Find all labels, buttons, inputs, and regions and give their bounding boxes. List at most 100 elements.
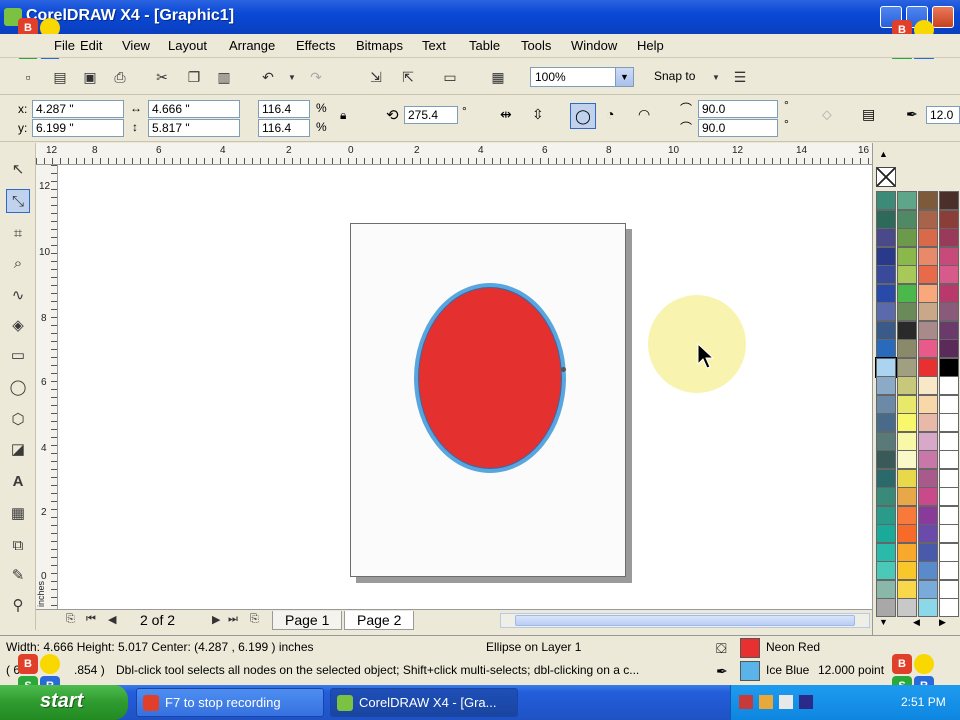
palette-swatch[interactable]: [897, 431, 917, 451]
palette-swatch[interactable]: [876, 598, 896, 617]
add-page-after-icon[interactable]: ⎘: [250, 613, 259, 626]
palette-swatch[interactable]: [918, 579, 938, 599]
palette-scroll-down-icon[interactable]: ▼: [879, 617, 888, 627]
palette-swatch[interactable]: [897, 191, 917, 210]
first-page-icon[interactable]: ⏮: [86, 613, 96, 626]
palette-swatch[interactable]: [918, 394, 938, 414]
selected-ellipse[interactable]: [414, 283, 566, 473]
palette-swatch[interactable]: [918, 339, 938, 358]
rectangle-tool-icon[interactable]: ▭: [6, 343, 30, 367]
smart-fill-tool-icon[interactable]: ◈: [6, 313, 30, 337]
palette-swatch[interactable]: [876, 524, 896, 543]
palette-swatch[interactable]: [897, 413, 917, 432]
palette-swatch[interactable]: [939, 376, 959, 395]
palette-swatch[interactable]: [918, 450, 938, 469]
palette-swatch[interactable]: [897, 505, 917, 525]
palette-swatch[interactable]: [939, 302, 959, 321]
palette-swatch[interactable]: [918, 376, 938, 395]
polygon-tool-icon[interactable]: ⬡: [6, 407, 30, 431]
tray-network-icon[interactable]: [739, 695, 753, 709]
paste-icon[interactable]: ▥: [214, 67, 234, 87]
end-angle-field[interactable]: 90.0: [698, 119, 778, 137]
arc-mode-icon[interactable]: ◠: [638, 106, 650, 123]
menu-tools[interactable]: Tools: [521, 38, 551, 53]
palette-scroll-right-icon[interactable]: ▶: [939, 617, 946, 628]
palette-swatch[interactable]: [875, 356, 897, 378]
palette-swatch[interactable]: [918, 265, 938, 284]
palette-swatch[interactable]: [918, 246, 938, 266]
palette-swatch[interactable]: [897, 468, 917, 488]
snap-to-chevron-icon[interactable]: ▼: [706, 67, 726, 87]
chevron-down-icon[interactable]: ▼: [615, 68, 633, 86]
palette-swatch[interactable]: [918, 542, 938, 562]
palette-swatch[interactable]: [939, 191, 959, 210]
palette-swatch[interactable]: [897, 302, 917, 321]
palette-swatch[interactable]: [939, 468, 959, 488]
palette-swatch[interactable]: [876, 431, 896, 451]
palette-swatch[interactable]: [939, 357, 959, 377]
palette-swatch[interactable]: [918, 561, 938, 580]
palette-swatch[interactable]: [939, 579, 959, 599]
palette-swatch[interactable]: [876, 450, 896, 469]
palette-swatch[interactable]: [876, 283, 896, 303]
palette-swatch[interactable]: [918, 191, 938, 210]
palette-swatch[interactable]: [897, 394, 917, 414]
palette-swatch[interactable]: [876, 487, 896, 506]
palette-swatch[interactable]: [939, 561, 959, 580]
text-tool-icon[interactable]: A: [6, 469, 30, 493]
welcome-screen-icon[interactable]: ▦: [488, 67, 508, 87]
palette-swatch[interactable]: [876, 302, 896, 321]
freehand-tool-icon[interactable]: ∿: [6, 283, 30, 307]
palette-swatch[interactable]: [897, 283, 917, 303]
palette-swatch[interactable]: [897, 561, 917, 580]
palette-swatch[interactable]: [897, 376, 917, 395]
undo-dropdown-icon[interactable]: ▼: [282, 67, 302, 87]
add-page-icon[interactable]: ⎘: [66, 613, 75, 626]
mirror-horizontal-icon[interactable]: ⇹: [500, 106, 512, 123]
palette-swatch[interactable]: [876, 228, 896, 247]
print-icon[interactable]: ⎙: [110, 67, 130, 87]
palette-swatch[interactable]: [918, 357, 938, 377]
palette-swatch[interactable]: [918, 431, 938, 451]
tray-app-icon[interactable]: [799, 695, 813, 709]
palette-swatch[interactable]: [897, 598, 917, 617]
mirror-vertical-icon[interactable]: ⇳: [532, 106, 544, 123]
palette-swatch[interactable]: [897, 339, 917, 358]
palette-swatch[interactable]: [876, 505, 896, 525]
object-height-field[interactable]: 5.817 ": [148, 119, 240, 137]
scale-x-field[interactable]: 116.4: [258, 100, 310, 118]
tray-security-icon[interactable]: [759, 695, 773, 709]
rotation-angle-field[interactable]: 275.4: [404, 106, 458, 124]
palette-swatch[interactable]: [918, 209, 938, 229]
palette-swatch[interactable]: [939, 320, 959, 340]
palette-swatch[interactable]: [897, 524, 917, 543]
palette-swatch[interactable]: [939, 505, 959, 525]
palette-scroll-up-icon[interactable]: ▲: [879, 149, 888, 159]
palette-swatch[interactable]: [939, 431, 959, 451]
horizontal-scrollbar-thumb[interactable]: [515, 615, 855, 626]
ellipse-tool-icon[interactable]: ◯: [6, 375, 30, 399]
palette-swatch[interactable]: [897, 357, 917, 377]
x-position-field[interactable]: 4.287 ": [32, 100, 124, 118]
palette-swatch[interactable]: [939, 283, 959, 303]
palette-swatch[interactable]: [876, 579, 896, 599]
snap-to-dropdown[interactable]: Snap to: [654, 69, 695, 83]
outline-color-swatch[interactable]: [740, 661, 760, 681]
menu-layout[interactable]: Layout: [168, 38, 207, 53]
palette-swatch[interactable]: [939, 209, 959, 229]
zoom-tool-icon[interactable]: ⌕: [6, 251, 30, 275]
options-icon[interactable]: ☰: [730, 67, 750, 87]
palette-swatch[interactable]: [897, 246, 917, 266]
tray-volume-icon[interactable]: [779, 695, 793, 709]
palette-flyout-icon[interactable]: ◀: [913, 617, 920, 628]
palette-swatch[interactable]: [876, 209, 896, 229]
palette-swatch[interactable]: [897, 450, 917, 469]
palette-swatch[interactable]: [939, 450, 959, 469]
palette-swatch[interactable]: [876, 320, 896, 340]
palette-swatch[interactable]: [918, 598, 938, 617]
fill-color-swatch[interactable]: [740, 638, 760, 658]
palette-swatch[interactable]: [918, 283, 938, 303]
palette-swatch[interactable]: [876, 376, 896, 395]
basic-shapes-tool-icon[interactable]: ◪: [6, 437, 30, 461]
new-document-icon[interactable]: ▫: [18, 67, 38, 87]
